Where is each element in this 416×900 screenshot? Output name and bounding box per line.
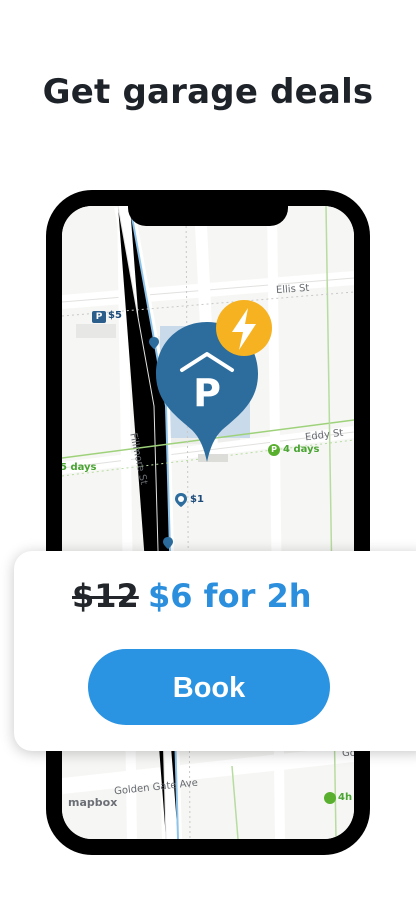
lot-price-label-lower: $1 <box>190 494 204 505</box>
mapbox-attribution[interactable]: mapbox <box>68 796 117 809</box>
days-label-left: 5 days <box>62 462 97 473</box>
lot-pin-icon[interactable] <box>174 492 188 508</box>
phone-frame: Ellis St Eddy St Fillmore St Golden Gate… <box>46 190 370 855</box>
lot-price-label: $5 <box>108 310 122 321</box>
street-label-ellis: Ellis St <box>275 282 310 297</box>
deal-card: $12 $6 for 2h Book <box>14 551 416 751</box>
page-title: Get garage deals <box>42 72 374 112</box>
book-button[interactable]: Book <box>88 649 330 725</box>
clock-icon[interactable] <box>324 792 336 804</box>
days-label-right: 4 days <box>283 444 320 455</box>
hours-label-bottom: 4h <box>338 792 353 803</box>
svg-text:P: P <box>193 371 221 415</box>
deal-price: $6 for 2h <box>148 577 312 615</box>
original-price: $12 <box>72 577 139 615</box>
parking-lot-icon[interactable]: P <box>92 311 106 323</box>
lightning-bolt-icon <box>216 300 272 356</box>
lot-pin-icon-small[interactable] <box>162 536 174 550</box>
phone-notch <box>128 190 288 226</box>
